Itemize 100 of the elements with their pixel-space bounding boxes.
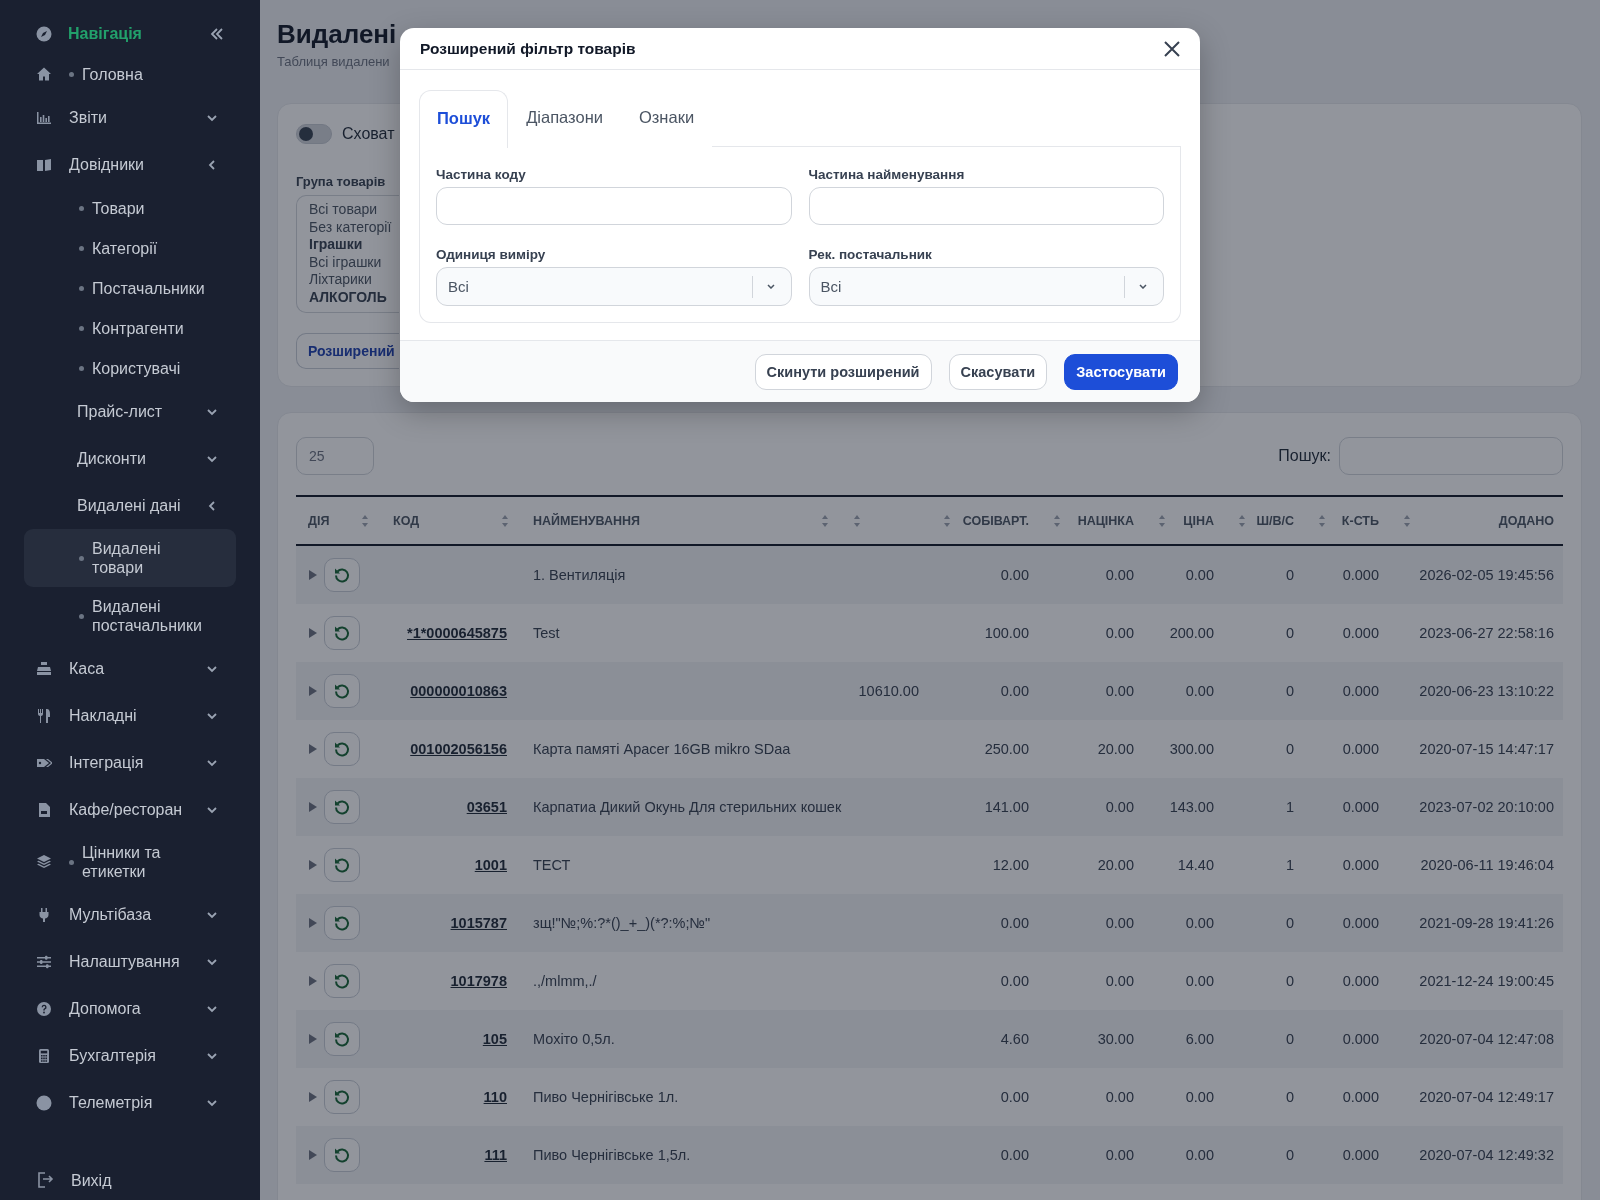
field-label: Рек. постачальник	[808, 247, 933, 262]
sidebar-group[interactable]: Телеметрія	[24, 1079, 236, 1126]
sidebar-group[interactable]: Кафе/ресторан	[24, 786, 236, 833]
sidebar-link[interactable]: Видалені товари	[24, 529, 236, 587]
column-header[interactable]: НАЦІНКА	[1077, 513, 1134, 528]
sidebar-group[interactable]: Каса	[24, 645, 236, 692]
modal-button[interactable]: Скасувати	[948, 354, 1048, 390]
apply-button[interactable]: Застосувати	[1064, 354, 1178, 390]
restore-button[interactable]	[324, 848, 360, 882]
select-field[interactable]: Всі	[436, 267, 792, 306]
restore-button[interactable]	[324, 790, 360, 824]
restore-button[interactable]	[324, 732, 360, 766]
sidebar-group[interactable]: Інтеграція	[24, 739, 236, 786]
bar-chart-icon	[36, 109, 52, 126]
restore-button[interactable]	[324, 558, 360, 592]
sidebar-link[interactable]: Постачальники	[24, 268, 236, 308]
column-header[interactable]: НАЙМЕНУВАННЯ	[533, 513, 641, 528]
sidebar-group[interactable]: Накладні	[24, 692, 236, 739]
code-link[interactable]: 000000010863	[410, 683, 507, 699]
sidebar-group[interactable]: Видалені дані	[24, 482, 236, 529]
chevron-down-icon	[766, 284, 775, 289]
sidebar-group[interactable]: Довідники	[24, 141, 236, 188]
table-cell-text: 6.00	[1184, 1031, 1215, 1047]
group-listbox[interactable]: Всі товари Без категорії Іграшки Всі іграшки Ліхтарики АЛКОГОЛЬ	[296, 195, 399, 313]
sidebar-group[interactable]: Налаштування	[24, 938, 236, 985]
list-option[interactable]: Ліхтарики	[309, 271, 372, 289]
column-header[interactable]: КОД	[393, 513, 420, 528]
modal-button[interactable]: Скинути розширений	[754, 354, 932, 390]
column-header[interactable]: ДІЯ	[308, 513, 330, 528]
column-header[interactable]: Ш/В/С	[1256, 513, 1294, 528]
code-link[interactable]: 1017978	[450, 973, 507, 989]
expand-icon	[308, 627, 318, 639]
category-heading[interactable]: АЛКОГОЛЬ	[309, 288, 387, 306]
search-field[interactable]	[1339, 437, 1563, 475]
table-cell-text: 2020-07-04 12:49:32	[1418, 1147, 1555, 1163]
code-link[interactable]: *1*0000645875	[407, 625, 507, 641]
restore-button[interactable]	[324, 1022, 360, 1056]
expand-icon	[308, 743, 318, 755]
code-link[interactable]: 03651	[466, 799, 507, 815]
list-option[interactable]: Всі товари	[309, 201, 378, 219]
sidebar-link[interactable]: Контрагенти	[24, 308, 236, 348]
restore-button[interactable]	[324, 674, 360, 708]
restore-button[interactable]	[324, 1138, 360, 1172]
sidebar-link[interactable]: Товари	[24, 188, 236, 228]
code-link[interactable]: 1015787	[450, 915, 507, 931]
column-header[interactable]: ДОДАНО	[1498, 513, 1554, 528]
advanced-filter-button[interactable]: Розширений	[296, 333, 399, 369]
code-link[interactable]: 001002056156	[410, 741, 507, 757]
category-heading[interactable]: Іграшки	[309, 236, 363, 254]
sidebar-link[interactable]: Категорії	[24, 228, 236, 268]
sidebar-group[interactable]: Мультібаза	[24, 891, 236, 938]
input-field[interactable]	[808, 187, 1164, 225]
code-link[interactable]: 111	[484, 1147, 507, 1163]
field-label: Одиниця виміру	[436, 247, 547, 262]
table-cell-text: 143.00	[1168, 799, 1215, 815]
restore-button[interactable]	[324, 964, 360, 998]
table-cell-text: 0.000	[1341, 915, 1380, 931]
code-link[interactable]: 110	[483, 1089, 507, 1105]
column-header[interactable]: ЦІНА	[1183, 513, 1214, 528]
logout-link[interactable]: Вихід	[24, 1160, 236, 1200]
tab[interactable]: Діапазони	[508, 89, 621, 147]
restore-button[interactable]	[324, 1080, 360, 1114]
tab[interactable]: Пошук	[419, 90, 509, 148]
cash-register-icon	[36, 660, 52, 677]
restore-button[interactable]	[324, 616, 360, 650]
tab[interactable]: Ознаки	[620, 89, 713, 147]
sidebar-group[interactable]: Допомога	[24, 985, 236, 1032]
close-icon	[1162, 38, 1182, 59]
expand-icon	[308, 1033, 318, 1045]
input-field[interactable]	[436, 187, 792, 225]
restore-button[interactable]	[324, 906, 360, 940]
restore-icon	[333, 914, 351, 932]
table-cell-text: 4.60	[999, 1031, 1030, 1047]
sidebar-link[interactable]: Цінники та етикетки	[24, 833, 236, 891]
sort-icon	[1238, 513, 1246, 528]
table-cell-text: 0	[1284, 567, 1295, 583]
column-header[interactable]: СОБІВАРТ.	[962, 513, 1029, 528]
bullet-icon	[69, 71, 74, 77]
sidebar-link[interactable]: Видалені постачальники	[24, 587, 236, 645]
book-icon	[36, 156, 52, 173]
sidebar-link[interactable]: Користувачі	[24, 348, 236, 388]
select-field[interactable]: Всі	[808, 267, 1164, 306]
sidebar-link[interactable]: Головна	[24, 54, 236, 94]
collapse-sidebar-button[interactable]	[210, 28, 224, 40]
list-option[interactable]: Всі іграшки	[309, 253, 382, 271]
code-link[interactable]: 105	[482, 1031, 507, 1047]
column-header[interactable]: К-СТЬ	[1341, 513, 1379, 528]
table-cell-text: 0.000	[1341, 1089, 1380, 1105]
sidebar-group[interactable]: Прайс-лист	[24, 388, 236, 435]
table-cell-text: 0.00	[1104, 683, 1135, 699]
table-cell-text: Test	[532, 625, 561, 641]
sidebar-group[interactable]: Дисконти	[24, 435, 236, 482]
code-link[interactable]: 1001	[474, 857, 507, 873]
sidebar-group[interactable]: Звіти	[24, 94, 236, 141]
restore-icon	[333, 682, 351, 700]
table-cell-text: 0	[1284, 915, 1295, 931]
hide-toggle[interactable]	[296, 124, 332, 144]
sidebar-group[interactable]: Бухгалтерія	[24, 1032, 236, 1079]
close-button[interactable]	[1162, 38, 1182, 59]
list-option[interactable]: Без категорії	[309, 218, 392, 236]
